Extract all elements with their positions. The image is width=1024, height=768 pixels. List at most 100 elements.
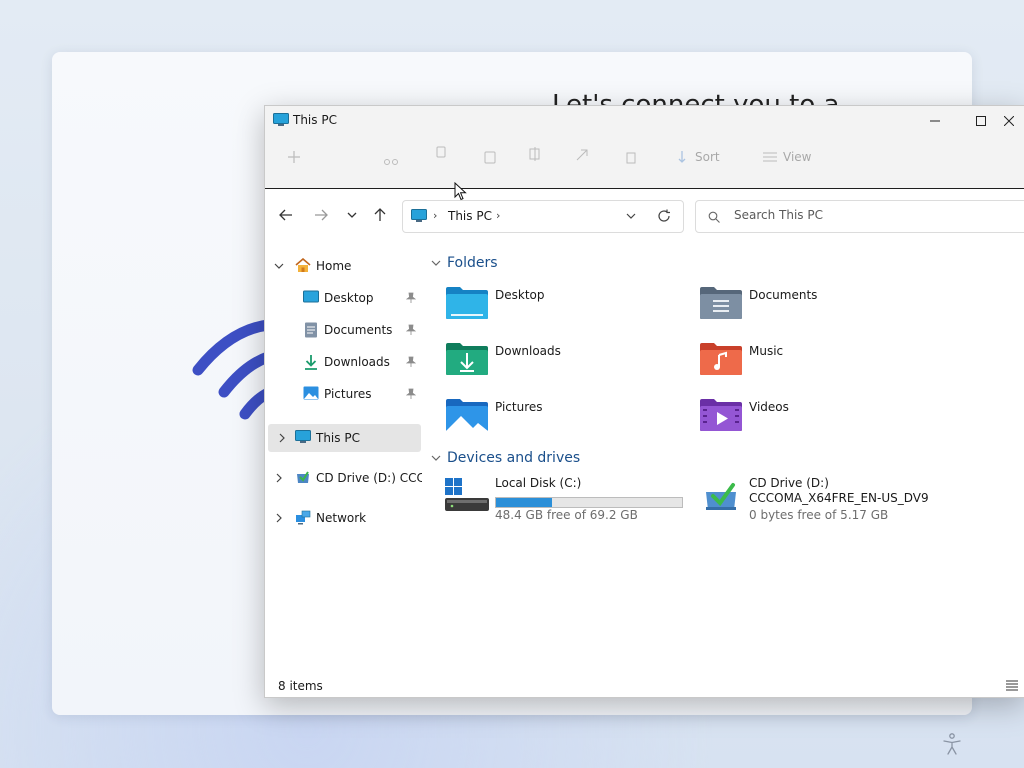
back-arrow-icon[interactable] [277,206,295,224]
search-icon [708,211,720,223]
sort-icon[interactable] [677,150,691,164]
chevron-right-icon[interactable] [273,472,285,484]
cd-drive-icon [706,483,736,510]
sidebar-item-pictures[interactable]: Pictures [265,380,422,408]
chevron-down-icon[interactable] [431,453,441,463]
local-disk-icon [445,478,489,511]
pictures-icon [303,386,319,400]
this-pc-icon [411,209,427,222]
sidebar-item-label: Desktop [324,291,374,305]
copy-icon[interactable] [435,146,447,160]
sidebar-item-home[interactable]: Home [265,252,422,280]
desktop-folder-icon [446,287,488,319]
folder-tile-music[interactable]: Music [699,342,929,394]
folder-label: Pictures [495,400,543,414]
drive-tile-local-disk-c[interactable]: Local Disk (C:) 48.4 GB free of 69.2 GB [445,476,685,528]
status-bar: 8 items [265,676,1024,696]
drive-volume-label: CCCOMA_X64FRE_EN-US_DV9 [749,491,929,505]
sidebar-item-desktop[interactable]: Desktop [265,284,422,312]
minimize-button[interactable] [912,106,958,136]
chevron-down-icon[interactable] [625,210,637,222]
folder-label: Videos [749,400,789,414]
search-input[interactable] [734,208,1014,222]
wifi-illustration-icon [192,319,270,420]
close-icon [1004,116,1014,126]
devices-group-header[interactable]: Devices and drives [431,450,580,466]
folder-tile-documents[interactable]: Documents [699,286,929,338]
drive-tile-cd-drive-d[interactable]: CD Drive (D:) CCCOMA_X64FRE_EN-US_DV9 0 … [699,476,939,528]
new-icon[interactable] [287,150,301,164]
sidebar-item-label: Pictures [324,387,372,401]
sidebar-item-this-pc[interactable]: This PC [268,424,421,452]
downloads-icon [305,355,317,370]
folder-label: Music [749,344,784,358]
sort-label[interactable]: Sort [695,150,720,164]
paste-icon[interactable] [484,150,496,164]
search-box[interactable] [695,200,1024,233]
sidebar-item-cd-drive[interactable]: CD Drive (D:) CCCOMA_X64FRE_EN-US_DV9 [265,464,422,492]
downloads-folder-icon [446,343,488,375]
folder-tile-pictures[interactable]: Pictures [445,398,675,450]
folder-tile-downloads[interactable]: Downloads [445,342,675,394]
documents-icon [305,322,317,338]
desktop-icon [303,290,319,303]
accessibility-icon[interactable] [942,733,962,755]
forward-arrow-icon[interactable] [312,206,330,224]
title-bar[interactable]: This PC [265,106,1024,136]
videos-folder-icon [700,399,742,431]
drive-label: Local Disk (C:) [495,476,582,490]
view-label[interactable]: View [783,150,811,164]
delete-icon[interactable] [625,150,637,164]
navigation-pane: Home Desktop Documents Downloads Picture… [265,242,422,662]
up-arrow-icon[interactable] [371,206,389,224]
sidebar-item-label: Downloads [324,355,390,369]
drive-usage-fill [496,498,552,507]
details-view-icon[interactable] [1005,679,1019,691]
devices-header-label: Devices and drives [447,450,581,466]
rename-icon[interactable] [528,146,542,162]
pictures-folder-icon [446,399,488,431]
sidebar-item-network[interactable]: Network [265,504,422,532]
sidebar-item-label: CD Drive (D:) CCCOMA_X64FRE_EN-US_DV9 [316,471,422,485]
music-folder-icon [700,343,742,375]
mouse-cursor-icon [454,182,467,201]
home-icon [295,258,311,272]
folder-tile-desktop[interactable]: Desktop [445,286,675,338]
chevron-right-icon[interactable] [273,512,285,524]
chevron-down-icon[interactable] [431,258,441,268]
folders-header-label: Folders [447,255,498,271]
view-icon[interactable] [762,151,778,163]
sidebar-item-documents[interactable]: Documents [265,316,422,344]
folders-group-header[interactable]: Folders [431,255,498,271]
drive-label: CD Drive (D:) [749,476,829,490]
file-explorer-window[interactable]: This PC Sort View › This PC › Search Thi… [264,105,1024,698]
drive-usage-bar [495,497,683,508]
breadcrumb-this-pc[interactable]: This PC [448,209,492,223]
breadcrumb-separator[interactable]: › [496,209,500,222]
recent-locations-chevron-icon[interactable] [343,206,361,224]
network-icon [296,510,311,525]
pin-icon[interactable] [406,356,416,368]
item-count: 8 items [278,679,323,693]
maximize-button[interactable] [958,106,1004,136]
folder-tile-videos[interactable]: Videos [699,398,929,450]
close-button[interactable] [1004,106,1024,136]
cut-icon[interactable] [383,158,399,166]
breadcrumb-separator[interactable]: › [433,209,437,222]
cd-drive-icon [297,471,309,483]
chevron-right-icon[interactable] [276,432,288,444]
sidebar-item-downloads[interactable]: Downloads [265,348,422,376]
pin-icon[interactable] [406,324,416,336]
drive-free-space: 0 bytes free of 5.17 GB [749,508,889,522]
refresh-icon[interactable] [657,209,671,223]
chevron-down-icon[interactable] [273,260,285,272]
sidebar-item-label: Home [316,259,352,273]
pin-icon[interactable] [406,388,416,400]
this-pc-icon [273,113,289,126]
share-icon[interactable] [575,148,589,162]
sidebar-item-label: Network [316,511,367,525]
pin-icon[interactable] [406,292,416,304]
minimize-icon [930,120,940,122]
folder-label: Downloads [495,344,561,358]
address-bar[interactable]: › This PC › [402,200,684,233]
